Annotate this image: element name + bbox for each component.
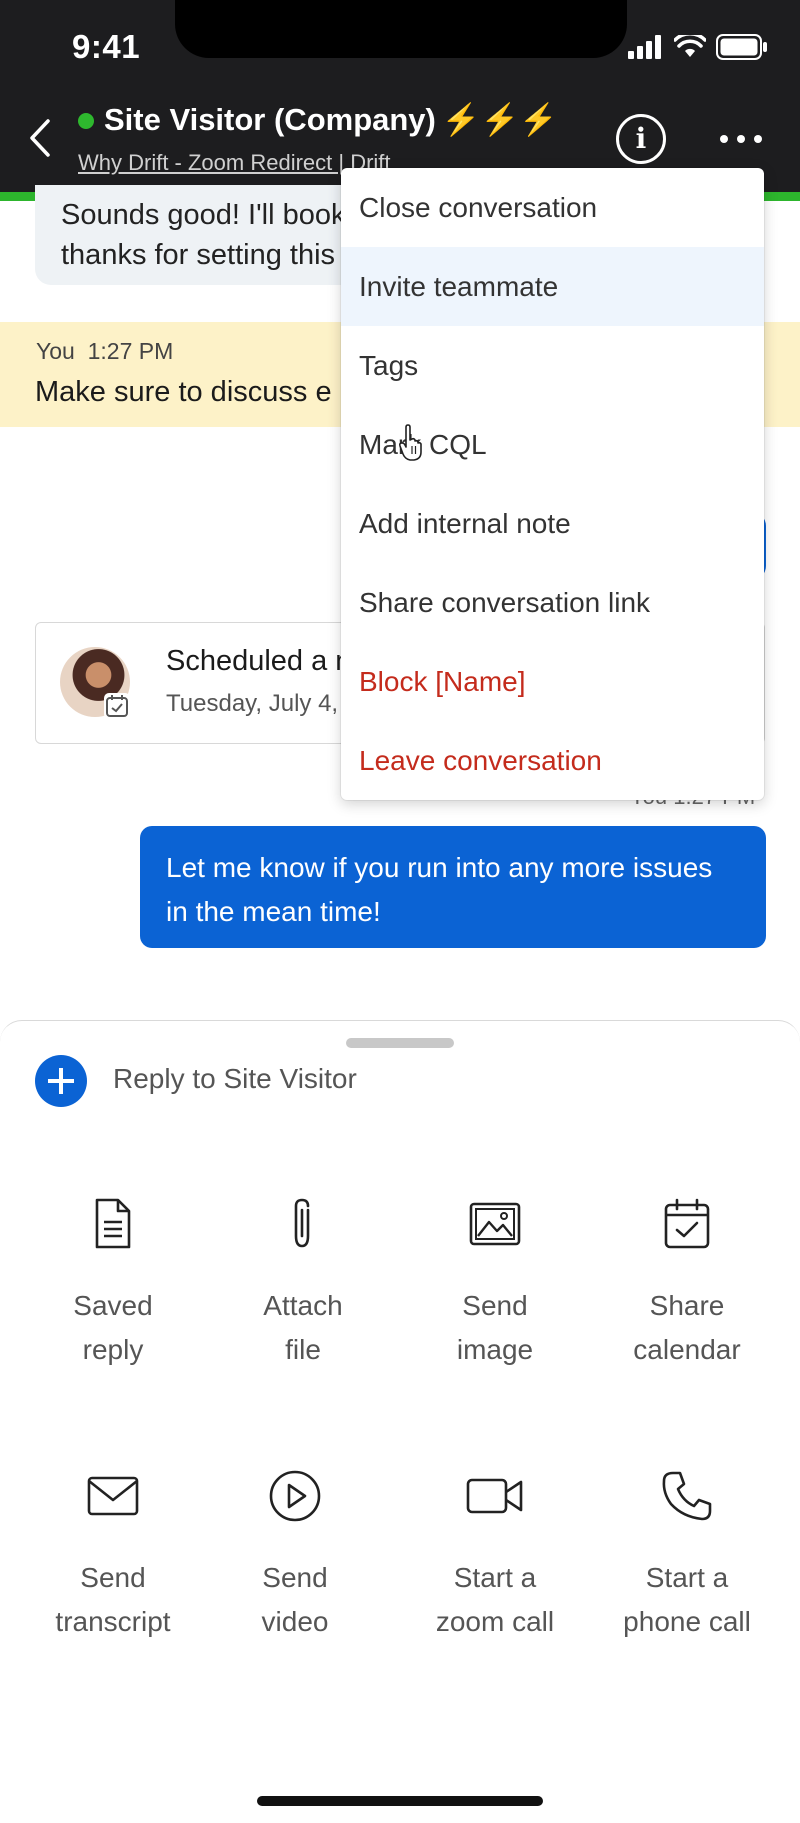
- sheet-grabber[interactable]: [346, 1038, 454, 1048]
- battery-icon: [716, 34, 767, 60]
- meeting-date: Tuesday, July 4,: [166, 690, 339, 717]
- video-camera-icon: [466, 1478, 523, 1514]
- online-status-dot: [78, 113, 94, 129]
- label-line2: video: [261, 1606, 329, 1637]
- conversation-title: Site Visitor (Company) ⚡⚡⚡: [104, 101, 558, 138]
- menu-item-invite-teammate[interactable]: Invite teammate: [341, 247, 764, 326]
- label-line2: calendar: [633, 1334, 741, 1365]
- note-meta: You 1:27 PM: [36, 338, 173, 365]
- previous-message-text: Sounds good! I'll book thanks for settin…: [61, 199, 346, 271]
- calendar-badge-icon: [104, 693, 130, 719]
- play-circle-icon: [269, 1470, 321, 1522]
- ellipsis-icon: [720, 135, 762, 143]
- label-line1: Send: [80, 1562, 146, 1593]
- label-line1: Attach: [263, 1290, 343, 1321]
- send-video-button[interactable]: Send video: [200, 1468, 390, 1644]
- document-icon: [95, 1198, 131, 1249]
- label-line1: Send: [462, 1290, 528, 1321]
- outgoing-message-bubble: Let me know if you run into any more iss…: [140, 826, 766, 948]
- pointer-hand-cursor-icon: [398, 424, 422, 461]
- status-icons: [628, 34, 768, 60]
- image-icon: [469, 1202, 521, 1246]
- calendar-check-icon: [664, 1198, 710, 1249]
- label-line2: reply: [82, 1334, 144, 1365]
- label-line1: Share: [649, 1290, 725, 1321]
- send-image-label: Send image: [400, 1284, 590, 1372]
- start-zoom-call-label: Start a zoom call: [400, 1556, 590, 1644]
- add-attachment-button[interactable]: [35, 1055, 87, 1107]
- back-chevron-icon[interactable]: [26, 118, 54, 158]
- label-line1: Start a: [645, 1562, 729, 1593]
- saved-reply-label: Saved reply: [18, 1284, 208, 1372]
- note-text: Make sure to discuss e: [35, 376, 332, 408]
- label-line2: file: [285, 1334, 321, 1365]
- more-options-button[interactable]: [716, 124, 766, 154]
- start-phone-call-button[interactable]: Start a phone call: [592, 1468, 782, 1644]
- note-author: You: [36, 338, 75, 364]
- send-video-label: Send video: [200, 1556, 390, 1644]
- status-time: 9:41: [72, 28, 141, 65]
- menu-item-close-conversation[interactable]: Close conversation: [341, 168, 764, 247]
- note-time: 1:27 PM: [87, 338, 174, 364]
- signal-icon: [628, 35, 661, 59]
- meeting-title: Scheduled a m: [166, 645, 360, 677]
- menu-item-add-internal-note[interactable]: Add internal note: [341, 484, 764, 563]
- menu-item-share-conversation-link[interactable]: Share conversation link: [341, 563, 764, 642]
- home-indicator: [257, 1796, 543, 1806]
- previous-message-bubble: Sounds good! I'll book thanks for settin…: [35, 185, 365, 285]
- wifi-icon: [674, 35, 706, 57]
- start-zoom-call-button[interactable]: Start a zoom call: [400, 1468, 590, 1644]
- device-notch: [175, 0, 627, 58]
- phone-icon: [662, 1471, 712, 1521]
- attach-file-button[interactable]: Attach file: [208, 1196, 398, 1372]
- lightning-bolts-icon: ⚡⚡⚡: [441, 102, 558, 137]
- label-line1: Send: [262, 1562, 328, 1593]
- visitor-name: Site Visitor (Company): [104, 102, 436, 137]
- paperclip-icon: [294, 1198, 310, 1248]
- composer-sheet: [0, 1020, 800, 1823]
- start-phone-call-label: Start a phone call: [592, 1556, 782, 1644]
- label-line1: Start a: [453, 1562, 537, 1593]
- reply-input[interactable]: Reply to Site Visitor: [113, 1063, 357, 1095]
- info-button[interactable]: i: [616, 114, 666, 164]
- conversation-header: 9:41 Site Visitor (Company) ⚡⚡⚡ Why Drift…: [0, 0, 800, 192]
- label-line2: zoom call: [435, 1606, 555, 1637]
- menu-item-tags[interactable]: Tags: [341, 326, 764, 405]
- options-menu: Close conversation Invite teammate Tags …: [341, 168, 764, 800]
- label-line1: Saved: [73, 1290, 153, 1321]
- label-line2: image: [456, 1334, 534, 1365]
- share-calendar-button[interactable]: Share calendar: [592, 1196, 782, 1372]
- share-calendar-label: Share calendar: [592, 1284, 782, 1372]
- send-transcript-label: Send transcript: [18, 1556, 208, 1644]
- envelope-icon: [87, 1476, 139, 1516]
- menu-item-block[interactable]: Block [Name]: [341, 642, 764, 721]
- label-line2: phone call: [623, 1606, 751, 1637]
- attach-file-label: Attach file: [208, 1284, 398, 1372]
- menu-item-leave-conversation[interactable]: Leave conversation: [341, 721, 764, 800]
- send-image-button[interactable]: Send image: [400, 1196, 590, 1372]
- send-transcript-button[interactable]: Send transcript: [18, 1468, 208, 1644]
- label-line2: transcript: [55, 1606, 171, 1637]
- saved-reply-button[interactable]: Saved reply: [18, 1196, 208, 1372]
